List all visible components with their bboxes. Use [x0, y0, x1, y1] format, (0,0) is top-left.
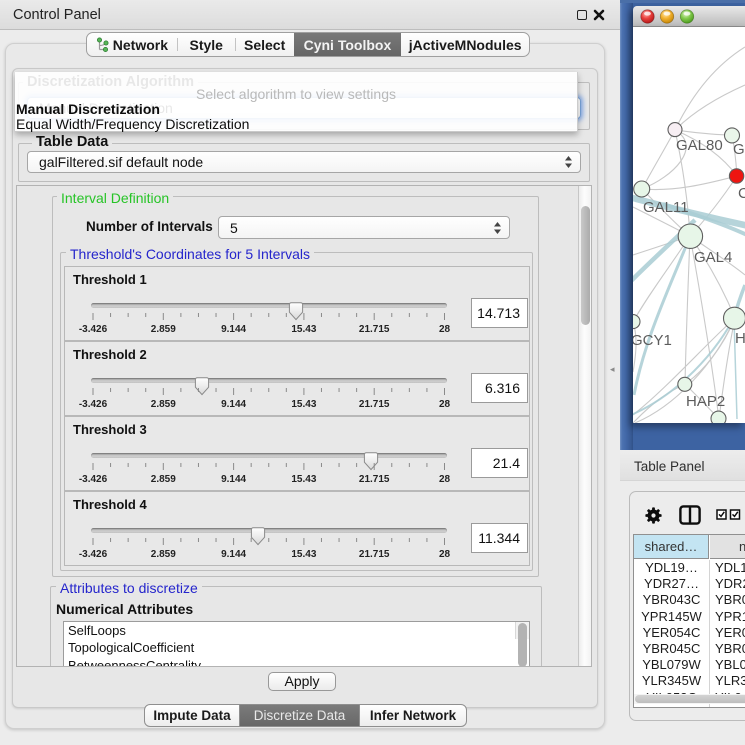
svg-text:GAL4: GAL4: [694, 249, 732, 266]
svg-text:GAL80: GAL80: [676, 137, 723, 154]
svg-text:C: C: [738, 185, 745, 202]
svg-text:H: H: [735, 330, 745, 347]
svg-text:GCY1: GCY1: [633, 332, 672, 349]
svg-text:GAL11: GAL11: [643, 199, 689, 216]
svg-text:G.: G.: [733, 141, 745, 158]
svg-text:HAP2: HAP2: [686, 393, 725, 410]
